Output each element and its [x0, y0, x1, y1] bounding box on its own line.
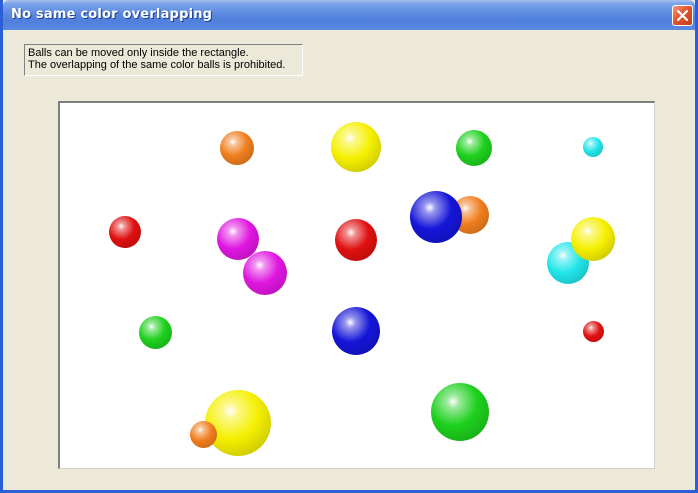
instructions-box: Balls can be moved only inside the recta… — [24, 44, 303, 76]
title-bar[interactable]: No same color overlapping — [3, 0, 695, 30]
ball-red[interactable] — [335, 219, 377, 261]
ball-green[interactable] — [138, 315, 172, 349]
ball-green[interactable] — [431, 383, 489, 441]
client-area: Balls can be moved only inside the recta… — [3, 30, 695, 490]
ball-rectangle[interactable] — [58, 101, 655, 469]
ball-red[interactable] — [109, 216, 141, 248]
ball-blue[interactable] — [410, 191, 462, 243]
ball-yellow[interactable] — [571, 217, 615, 261]
ball-green[interactable] — [456, 130, 492, 166]
ball-orange[interactable] — [220, 131, 254, 165]
ball-magenta[interactable] — [243, 251, 287, 295]
ball-yellow[interactable] — [205, 390, 271, 456]
close-icon — [676, 9, 689, 22]
ball-yellow[interactable] — [331, 122, 381, 172]
ball-orange[interactable] — [189, 420, 217, 448]
app-window: No same color overlapping Balls can be m… — [0, 0, 698, 493]
close-button[interactable] — [672, 5, 693, 26]
ball-cyan[interactable] — [583, 137, 603, 157]
ball-red[interactable] — [582, 320, 604, 342]
instruction-line-1: Balls can be moved only inside the recta… — [28, 47, 249, 59]
ball-blue[interactable] — [332, 307, 380, 355]
instruction-line-2: The overlapping of the same color balls … — [28, 59, 286, 71]
window-title: No same color overlapping — [11, 7, 213, 22]
